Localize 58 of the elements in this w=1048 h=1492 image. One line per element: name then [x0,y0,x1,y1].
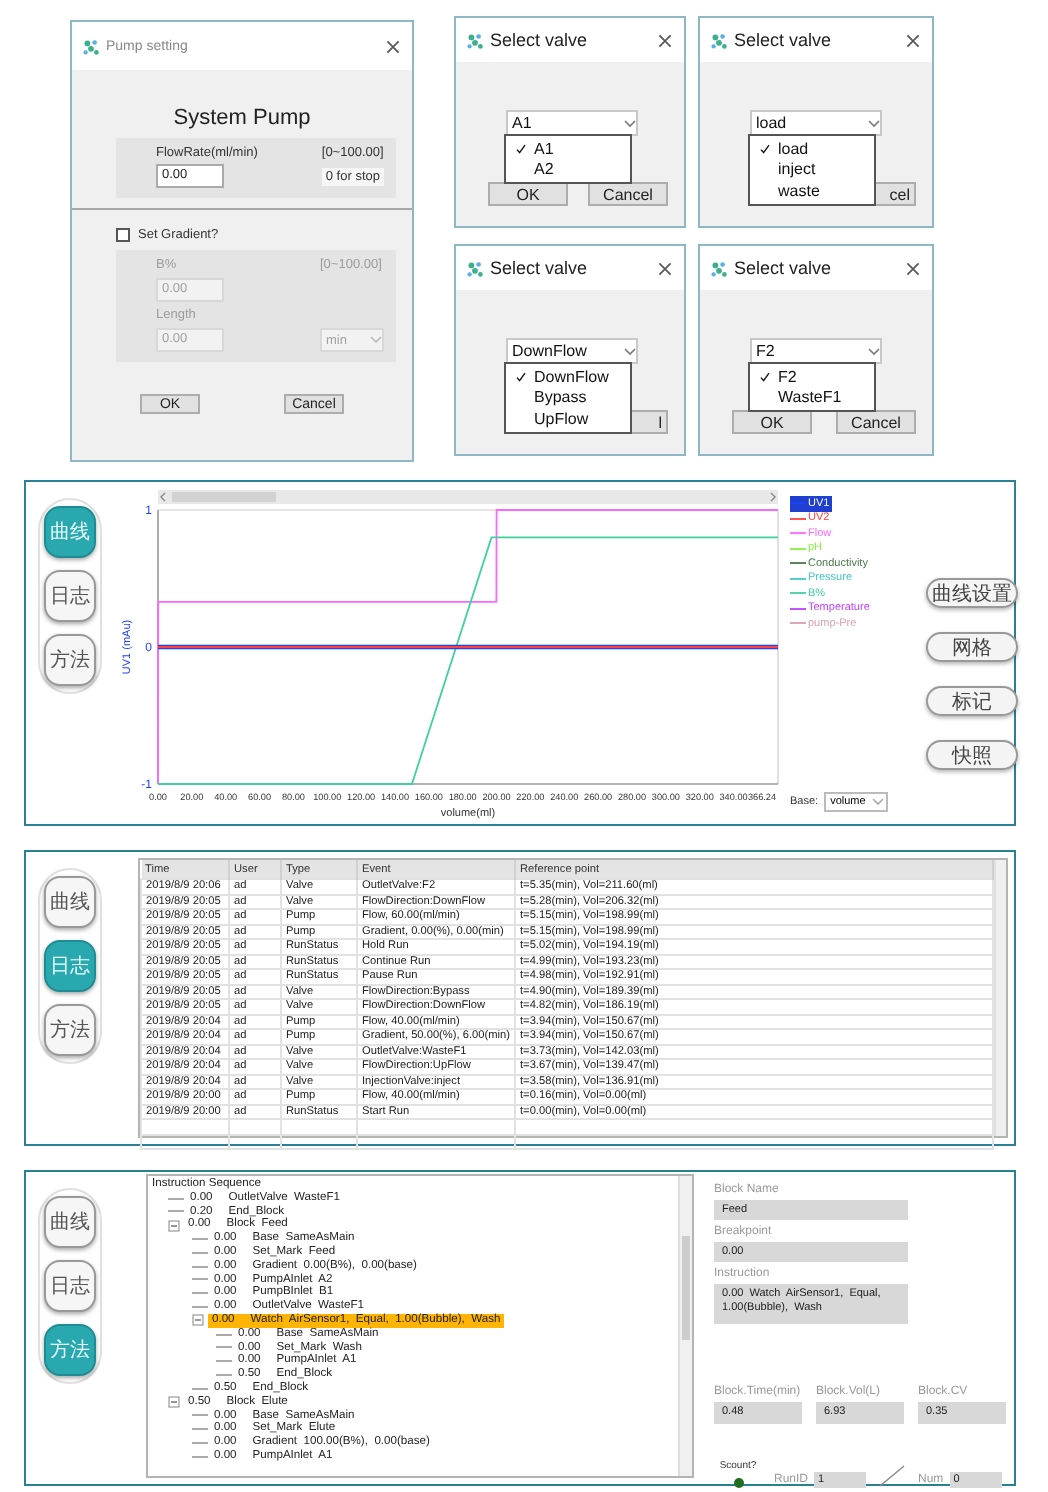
dropdown-option[interactable]: F2 [750,366,874,387]
dialog-button[interactable]: Cancel [588,182,668,206]
app-icon [82,37,100,55]
nav-button[interactable]: 曲线 [44,1196,96,1248]
chart-action-button[interactable]: 网格 [926,632,1018,662]
collapse-icon[interactable] [168,1396,180,1409]
chart-action-button[interactable]: 曲线设置 [926,578,1018,608]
dropdown-option[interactable]: WasteF1 [750,387,874,408]
window-title: Select valve [734,30,834,50]
caret-icon [871,798,884,806]
dropdown-option[interactable]: DownFlow [506,366,630,387]
chart-action-button[interactable]: 标记 [926,686,1018,716]
slash-line [878,1464,907,1488]
close-icon[interactable] [658,33,672,47]
caret-icon [868,119,880,127]
dialog-button[interactable]: OK [732,410,812,434]
caret-icon [868,347,880,355]
valve-dropdown[interactable]: A1 [506,110,638,136]
window-title: Select valve [490,258,590,278]
dialog-heading: System Pump [173,106,311,130]
nav-button[interactable]: 方法 [44,634,96,686]
dropdown-option[interactable]: load [750,138,874,159]
scrollbar[interactable] [678,1176,692,1476]
collapse-icon[interactable] [192,1314,204,1327]
close-icon[interactable] [906,261,920,275]
window-title: Select valve [734,258,834,278]
gradient-checkbox[interactable] [116,228,130,242]
caret-icon [624,347,636,355]
caret-icon [624,119,636,127]
app-icon [710,259,728,277]
caret-icon [370,336,382,344]
chart-action-button[interactable]: 快照 [926,740,1018,770]
app-icon [710,31,728,49]
dropdown-option[interactable]: A1 [506,138,630,159]
valve-dropdown[interactable]: load [750,110,882,136]
chevron-left-icon[interactable] [158,492,168,502]
dialog-button[interactable]: Cancel [836,410,916,434]
close-icon[interactable] [906,33,920,47]
scrollbar[interactable] [158,490,778,504]
dropdown-option[interactable]: Bypass [506,387,630,408]
dropdown-option[interactable]: inject [750,159,874,180]
valve-dropdown[interactable]: F2 [750,338,882,364]
nav-button[interactable]: 日志 [44,1260,96,1312]
nav-button[interactable]: 曲线 [44,876,96,928]
close-icon[interactable] [658,261,672,275]
collapse-icon[interactable] [168,1219,180,1232]
nav-button[interactable]: 方法 [44,1004,96,1056]
chevron-right-icon[interactable] [768,492,778,502]
scrollbar[interactable] [994,860,1006,1136]
window-title: Select valve [490,30,590,50]
dialog-button[interactable]: OK [488,182,568,206]
valve-dropdown[interactable]: DownFlow [506,338,638,364]
app-icon [466,31,484,49]
dropdown-option[interactable]: A2 [506,159,630,180]
nav-button[interactable]: 日志 [44,570,96,622]
app-icon [466,259,484,277]
close-icon[interactable] [386,39,400,53]
dropdown-option[interactable]: UpFlow [506,408,630,429]
